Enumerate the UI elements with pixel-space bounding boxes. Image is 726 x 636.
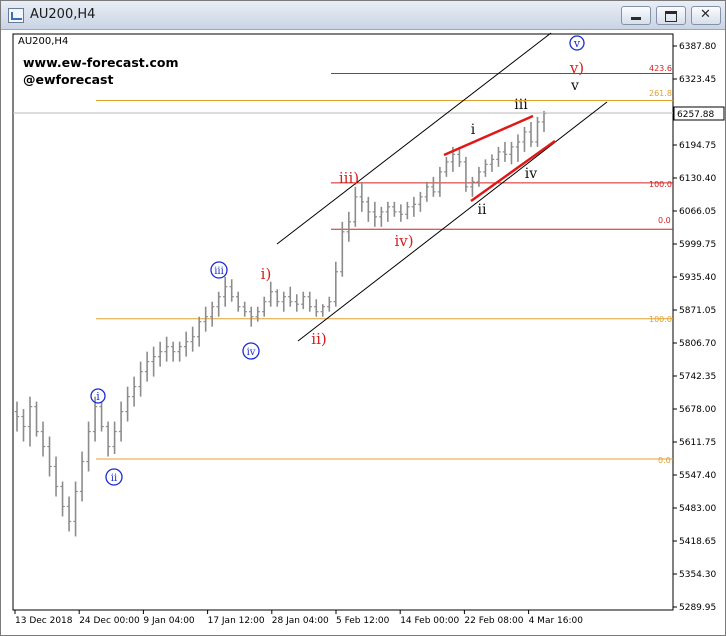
level-label-0-orange: 0.0 xyxy=(658,456,671,465)
close-button[interactable]: ✕ xyxy=(691,6,721,25)
level-label-100-orange: 100.0 xyxy=(649,315,672,324)
time-tick-label: 14 Feb 00:00 xyxy=(400,616,459,626)
wave-label-circled-ii: ii xyxy=(111,473,117,484)
price-chart[interactable]: AU200,H4 www.ew-forecast.com @ewforecast… xyxy=(1,30,725,635)
wave-label-v-black: v xyxy=(570,78,579,94)
time-tick-label: 24 Dec 00:00 xyxy=(79,616,140,626)
time-tick-label: 22 Feb 08:00 xyxy=(464,616,523,626)
window-title: AU200,H4 xyxy=(30,7,96,22)
wave-label-iv-black: iv xyxy=(525,166,537,182)
wave-label-ii-black: ii xyxy=(478,202,487,218)
wave-label-iv-paren: iv) xyxy=(394,232,413,250)
close-icon: ✕ xyxy=(700,7,711,22)
price-tick-label: 6066.05 xyxy=(679,207,716,217)
minimize-icon xyxy=(631,17,641,20)
window-titlebar[interactable]: AU200,H4 ✕ xyxy=(1,1,725,30)
chart-window: AU200,H4 ✕ AU200,H4 www.ew-forecast.com … xyxy=(0,0,726,636)
level-label-423: 423.6 xyxy=(649,64,672,73)
symbol-label: AU200,H4 xyxy=(18,36,68,47)
time-tick-label: 28 Jan 04:00 xyxy=(272,616,329,626)
wave-label-circled-iv: iv xyxy=(247,347,256,358)
price-tick-label: 6194.75 xyxy=(679,141,716,151)
price-tick-label: 5354.30 xyxy=(679,570,716,580)
price-tick-label: 5678.00 xyxy=(679,405,716,415)
time-tick-label: 17 Jan 12:00 xyxy=(208,616,265,626)
maximize-icon xyxy=(665,11,677,22)
price-tick-label: 5483.00 xyxy=(679,504,716,514)
plot-frame xyxy=(12,33,674,611)
wave-label-circled-i: i xyxy=(96,390,100,403)
price-tick-label: 6323.45 xyxy=(679,75,716,85)
wave-label-circled-v: v xyxy=(573,37,581,50)
price-tick-label: 6130.40 xyxy=(679,174,716,184)
level-label-0-red: 0.0 xyxy=(658,216,671,225)
time-tick-label: 13 Dec 2018 xyxy=(15,616,73,626)
time-tick-label: 4 Mar 16:00 xyxy=(529,616,584,626)
chart-icon xyxy=(8,8,24,23)
price-tick-label: 5935.40 xyxy=(679,273,716,283)
last-price-label: 6257.88 xyxy=(677,110,714,120)
price-tick-label: 5999.75 xyxy=(679,240,716,250)
price-tick-label: 6387.80 xyxy=(679,42,716,52)
time-tick-label: 9 Jan 04:00 xyxy=(143,616,195,626)
price-tick-label: 5806.70 xyxy=(679,339,716,349)
wave-label-i-black: i xyxy=(471,122,476,138)
price-tick-label: 5547.40 xyxy=(679,471,716,481)
time-tick-label: 5 Feb 12:00 xyxy=(336,616,390,626)
wave-label-i-paren: i) xyxy=(261,265,272,283)
level-label-100-red: 100.0 xyxy=(649,180,672,189)
wave-label-iii-paren: iii) xyxy=(339,169,359,187)
price-tick-label: 5742.35 xyxy=(679,372,716,382)
wave-label-v-paren: v) xyxy=(569,59,584,77)
price-tick-label: 5611.75 xyxy=(679,438,716,448)
watermark-handle: @ewforecast xyxy=(23,72,113,87)
wave-label-circled-iii: iii xyxy=(214,266,224,277)
price-tick-label: 5871.05 xyxy=(679,306,716,316)
level-label-261: 261.8 xyxy=(649,89,672,98)
price-tick-label: 5418.65 xyxy=(679,537,716,547)
watermark-site: www.ew-forecast.com xyxy=(23,55,179,70)
price-tick-label: 5289.95 xyxy=(679,603,716,613)
minimize-button[interactable] xyxy=(621,6,651,25)
wave-label-iii-black: iii xyxy=(514,97,528,113)
wave-label-ii-paren: ii) xyxy=(311,330,326,348)
maximize-button[interactable] xyxy=(656,6,686,25)
